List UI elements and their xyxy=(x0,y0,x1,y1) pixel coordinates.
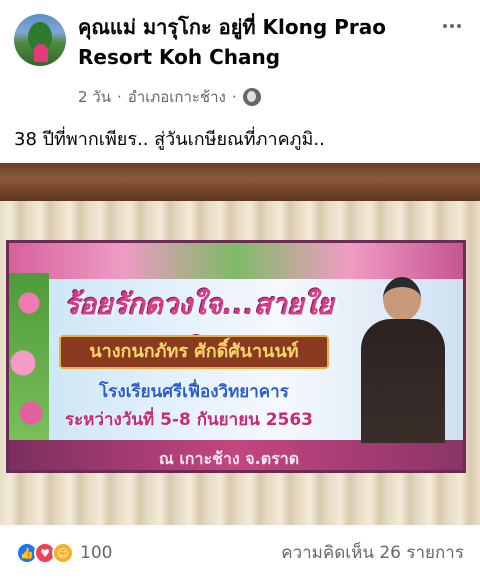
post-text: 38 ปีที่พากเพียร.. สู่วันเกษียณที่ภาคภูม… xyxy=(14,129,325,150)
portrait-photo xyxy=(353,271,453,443)
reaction-count: 100 xyxy=(80,543,113,563)
post-location[interactable]: อำเภอเกาะช้าง xyxy=(128,85,226,109)
meta-separator: · xyxy=(231,88,237,106)
post-meta: 2 วัน · อำเภอเกาะช้าง · xyxy=(78,86,261,108)
banner-school: โรงเรียนศรีเฟื่องวิทยาคาร xyxy=(99,382,289,402)
reactions-summary[interactable]: 👍 ♥ ☺ 100 xyxy=(16,541,112,565)
care-icon: ☺ xyxy=(52,542,74,564)
post-time[interactable]: 2 วัน xyxy=(78,85,111,109)
dot-icon xyxy=(457,24,461,28)
page-name[interactable]: คุณแม่ มารุโกะ อยู่ที่ Klong Prao Resort… xyxy=(78,12,418,72)
avatar-person xyxy=(34,44,48,62)
post-footer: 👍 ♥ ☺ 100 ความคิดเห็น 26 รายการ xyxy=(0,525,480,583)
globe-icon xyxy=(242,88,261,106)
portrait-body xyxy=(361,319,445,443)
meta-separator: · xyxy=(117,88,122,106)
retirement-banner: ร้อยรักดวงใจ...สายใยมุทิตา นางกนกภัทร ศั… xyxy=(6,240,466,473)
comments-count-link[interactable]: ความคิดเห็น 26 รายการ xyxy=(281,541,464,565)
wooden-beam xyxy=(0,163,480,201)
dot-icon xyxy=(450,24,454,28)
banner-date: ระหว่างวันที่ 5-8 กันยายน 2563 xyxy=(64,410,314,430)
banner-place: ณ เกาะช้าง จ.ตราด xyxy=(158,449,300,468)
page-avatar[interactable] xyxy=(14,14,66,66)
post-photo[interactable]: ร้อยรักดวงใจ...สายใยมุทิตา นางกนกภัทร ศั… xyxy=(0,163,480,525)
banner-title: ร้อยรักดวงใจ...สายใยมุทิตา xyxy=(64,288,334,365)
post-header: คุณแม่ มารุโกะ อยู่ที่ Klong Prao Resort… xyxy=(0,0,480,115)
banner-name: นางกนกภัทร ศักดิ์ศันานนท์ xyxy=(59,335,329,369)
dot-icon xyxy=(443,24,447,28)
portrait-head xyxy=(383,277,421,321)
more-options-button[interactable] xyxy=(440,14,464,38)
